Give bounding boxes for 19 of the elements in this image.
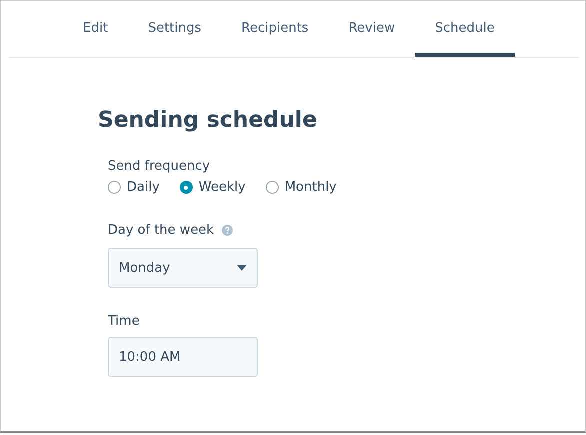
tab[interactable]: Schedule [415,1,515,57]
tab[interactable]: Recipients [222,1,329,57]
tab[interactable]: Review [328,1,416,57]
radio-button[interactable] [108,181,121,194]
time-field[interactable]: 10:00 AM [108,337,258,377]
radio-button[interactable] [180,181,193,194]
tab[interactable]: Edit [63,1,128,57]
page-heading: Sending schedule [98,108,318,133]
field-label: Day of the week [108,223,214,238]
caret-icon [237,265,247,271]
tab[interactable]: Settings [128,1,222,57]
radio-label[interactable]: Monthly [284,180,337,195]
radio-label[interactable]: Weekly [198,180,246,195]
field-label: Time [108,314,141,329]
radio-label[interactable]: Daily [127,180,160,195]
day-select[interactable]: Monday [108,248,258,288]
field-label: Send frequency [108,159,212,174]
help-icon[interactable] [222,225,234,236]
radio-button[interactable] [266,181,279,194]
